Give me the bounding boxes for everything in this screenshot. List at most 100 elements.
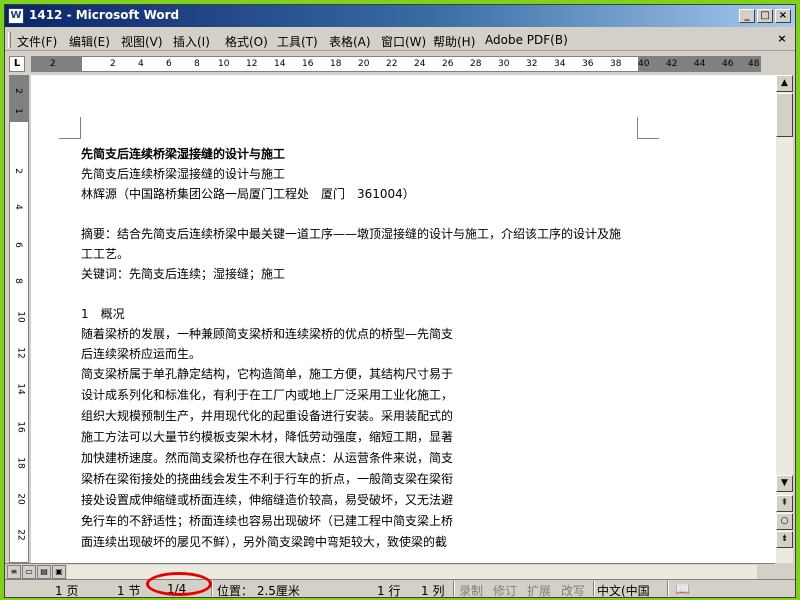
doc-line: 梁桥在梁衔接处的挠曲线会发生不利于行车的折点，一般简支梁在梁衔 xyxy=(81,472,454,486)
vruler-tick: 4 xyxy=(12,204,23,210)
vruler-tick: 1 xyxy=(12,108,23,114)
ruler-row: L 2 2 4 6 8 10 12 14 16 18 20 22 24 26 2… xyxy=(5,53,795,75)
status-record-macro[interactable]: 录制 xyxy=(459,582,483,599)
document-area[interactable]: 先简支后连续桥梁湿接缝的设计与施工 先简支后连续桥梁湿接缝的设计与施工 林辉源（… xyxy=(31,75,775,563)
status-separator xyxy=(667,581,669,596)
ruler-tick: 26 xyxy=(442,59,454,69)
vertical-scrollbar[interactable]: ▲ ▼ ⇞ ○ ⇟ xyxy=(775,75,793,563)
vruler-tick: 12 xyxy=(15,347,26,359)
vruler-tick: 18 xyxy=(15,457,26,469)
scroll-up-button[interactable]: ▲ xyxy=(776,75,793,92)
vruler-tick: 14 xyxy=(15,383,26,395)
menu-file[interactable]: 文件(F) xyxy=(17,33,57,50)
ruler-tick: 38 xyxy=(610,59,622,69)
menu-window[interactable]: 窗口(W) xyxy=(381,33,426,50)
select-browse-object-button[interactable]: ○ xyxy=(776,513,793,530)
menu-help[interactable]: 帮助(H) xyxy=(433,33,475,50)
horizontal-ruler[interactable]: 2 2 4 6 8 10 12 14 16 18 20 22 24 26 28 … xyxy=(31,56,761,72)
menu-adobe-pdf[interactable]: Adobe PDF(B) xyxy=(485,33,568,47)
status-language[interactable]: 中文(中国 xyxy=(597,582,650,599)
ruler-tick: 32 xyxy=(526,59,538,69)
normal-view-button[interactable]: ≡ xyxy=(7,565,21,579)
menu-insert[interactable]: 插入(I) xyxy=(173,33,210,50)
ruler-tick: 8 xyxy=(194,59,200,69)
vruler-tick: 10 xyxy=(15,311,26,323)
doc-line: 随着梁桥的发展，一种兼顾简支梁桥和连续梁桥的优点的桥型—先简支 xyxy=(81,327,454,341)
doc-line: 林辉源（中国路桥集团公路一局厦门工程处 厦门 361004） xyxy=(81,187,415,201)
spelling-grammar-icon[interactable]: 📖 xyxy=(675,582,690,596)
ruler-tick: 16 xyxy=(302,59,314,69)
doc-line: 接处设置成伸缩缝或桥面连续，伸缩缝造价较高，易受破坏，又无法避 xyxy=(81,493,454,507)
status-track-changes[interactable]: 修订 xyxy=(493,582,517,599)
status-separator xyxy=(453,581,455,596)
minimize-button[interactable]: _ xyxy=(739,9,755,23)
status-line: 1 行 xyxy=(377,584,401,598)
word-window: W 1412 - Microsoft Word _ □ × 文件(F) 编辑(E… xyxy=(4,4,796,598)
ruler-tick: 18 xyxy=(330,59,342,69)
toolbar-grip[interactable] xyxy=(8,32,11,48)
document-close-button[interactable]: × xyxy=(775,33,789,46)
doc-line: 免行车的不舒适性；桥面连续也容易出现破坏（已建工程中简支梁上桥 xyxy=(81,514,454,528)
vruler-tick: 8 xyxy=(12,278,23,284)
vruler-tick: 16 xyxy=(15,421,26,433)
ruler-tick: 36 xyxy=(582,59,594,69)
highlight-annotation-circle xyxy=(146,572,212,596)
vruler-tick: 20 xyxy=(15,493,26,505)
maximize-button[interactable]: □ xyxy=(757,9,773,23)
previous-page-button[interactable]: ⇞ xyxy=(776,495,793,512)
next-page-button[interactable]: ⇟ xyxy=(776,531,793,548)
word-app-icon[interactable]: W xyxy=(8,8,24,24)
ruler-tick: 4 xyxy=(138,59,144,69)
status-overtype[interactable]: 改写 xyxy=(561,582,585,599)
ruler-tick: 14 xyxy=(274,59,286,69)
doc-line: 施工方法可以大量节约模板支架木材，降低劳动强度，缩短工期，显著 xyxy=(81,430,454,444)
menu-view[interactable]: 视图(V) xyxy=(121,33,163,50)
menu-table[interactable]: 表格(A) xyxy=(329,33,371,50)
status-position: 位置： 2.5厘米 xyxy=(217,584,300,598)
web-view-button[interactable]: ▭ xyxy=(22,565,36,579)
menu-tools[interactable]: 工具(T) xyxy=(277,33,318,50)
doc-line: 先简支后连续桥梁湿接缝的设计与施工 xyxy=(81,167,286,181)
menu-format[interactable]: 格式(O) xyxy=(225,33,268,50)
status-section: 1 节 xyxy=(117,584,141,598)
vertical-ruler[interactable]: 2 1 2 4 6 8 10 12 14 16 18 20 22 xyxy=(9,75,29,563)
title-bar[interactable]: W 1412 - Microsoft Word _ □ × xyxy=(5,5,795,27)
outline-view-button[interactable]: ▣ xyxy=(52,565,66,579)
vruler-tick: 22 xyxy=(15,529,26,541)
status-page: 1 页 xyxy=(55,584,79,598)
ruler-tick: 46 xyxy=(722,59,734,69)
margin-corner-mark xyxy=(59,117,81,139)
status-separator xyxy=(593,581,595,596)
doc-line: 后连续梁桥应运而生。 xyxy=(81,347,202,361)
print-view-button[interactable]: ▤ xyxy=(37,565,51,579)
ruler-tick: 12 xyxy=(246,59,258,69)
ruler-tick: 34 xyxy=(554,59,566,69)
ruler-tick: 2 xyxy=(50,59,56,69)
tab-selector[interactable]: L xyxy=(9,56,25,72)
doc-line: 面连续出现破坏的屡见不鲜），另外简支梁跨中弯矩较大，致使梁的截 xyxy=(81,535,448,549)
vruler-tick: 6 xyxy=(12,242,23,248)
ruler-tick: 30 xyxy=(498,59,510,69)
ruler-tick: 6 xyxy=(166,59,172,69)
ruler-tick: 28 xyxy=(470,59,482,69)
ruler-tick: 40 xyxy=(638,59,650,69)
ruler-tick: 42 xyxy=(666,59,678,69)
ruler-tick: 44 xyxy=(694,59,706,69)
status-column: 1 列 xyxy=(421,584,445,598)
scroll-down-button[interactable]: ▼ xyxy=(776,475,793,492)
close-button[interactable]: × xyxy=(775,9,791,23)
scroll-thumb[interactable] xyxy=(776,93,793,137)
ruler-tick: 48 xyxy=(748,59,760,69)
doc-line: 设计成系列化和标准化，有利于在工厂内或地上厂泛采用工业化施工， xyxy=(81,388,454,402)
menu-bar: 文件(F) 编辑(E) 视图(V) 插入(I) 格式(O) 工具(T) 表格(A… xyxy=(5,29,795,51)
status-extend-selection[interactable]: 扩展 xyxy=(527,582,551,599)
doc-heading: 先简支后连续桥梁湿接缝的设计与施工 xyxy=(81,147,286,161)
ruler-tick: 24 xyxy=(414,59,426,69)
menu-edit[interactable]: 编辑(E) xyxy=(69,33,110,50)
doc-line: 加快建桥速度。然而简支梁桥也存在很大缺点：从运营条件来说，简支 xyxy=(81,451,454,465)
ruler-tick: 10 xyxy=(218,59,230,69)
doc-line: 工工艺。 xyxy=(81,247,130,261)
doc-line: 1 概况 xyxy=(81,307,125,321)
margin-corner-mark xyxy=(637,117,659,139)
status-bar: 1 页 1 节 1/4 位置： 2.5厘米 1 行 1 列 录制 修订 扩展 改… xyxy=(5,579,795,599)
